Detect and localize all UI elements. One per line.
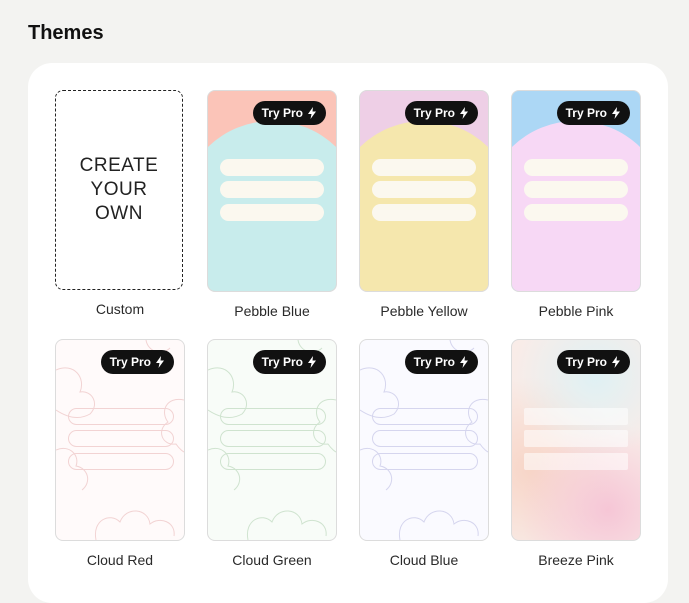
try-pro-badge[interactable]: Try Pro [100,350,174,374]
link-placeholder [220,204,324,221]
lightning-icon [612,107,620,119]
lightning-icon [460,356,468,368]
theme-label: Cloud Blue [389,552,459,568]
link-placeholder [372,453,478,470]
link-placeholder [372,204,476,221]
link-placeholder [68,430,174,447]
try-pro-badge[interactable]: Try Pro [404,350,478,374]
theme-card-cloud-red[interactable]: Try Pro Cloud Red [55,339,185,568]
lightning-icon [612,356,620,368]
theme-thumbnail-pebble-yellow[interactable]: Try Pro [359,90,489,292]
theme-label: Pebble Blue [234,303,310,319]
theme-label: Cloud Green [232,552,312,568]
theme-thumbnail-pebble-pink[interactable]: Try Pro [511,90,641,292]
try-pro-badge[interactable]: Try Pro [252,101,326,125]
link-placeholder [220,408,326,425]
try-pro-label: Try Pro [413,106,455,120]
try-pro-badge[interactable]: Try Pro [556,101,630,125]
themes-panel: CREATE YOUR OWN Custom Try Pro Pebble Bl… [28,63,668,603]
theme-thumbnail-pebble-blue[interactable]: Try Pro [207,90,337,292]
try-pro-label: Try Pro [261,355,303,369]
link-placeholder [524,453,628,470]
lightning-icon [308,107,316,119]
link-placeholder [220,159,324,176]
link-placeholder [524,204,628,221]
theme-card-pebble-yellow[interactable]: Try Pro Pebble Yellow [359,90,489,319]
try-pro-label: Try Pro [565,355,607,369]
theme-label: Pebble Yellow [380,303,468,319]
theme-label: Pebble Pink [538,303,614,319]
theme-card-custom[interactable]: CREATE YOUR OWN Custom [55,90,185,317]
link-placeholder [372,408,478,425]
theme-thumbnail-custom[interactable]: CREATE YOUR OWN [55,90,183,290]
try-pro-label: Try Pro [261,106,303,120]
lightning-icon [308,356,316,368]
link-placeholder [372,159,476,176]
link-placeholder [220,453,326,470]
link-placeholder [220,430,326,447]
link-placeholder [68,408,174,425]
lightning-icon [460,107,468,119]
link-placeholder [524,430,628,447]
link-placeholder [524,181,628,198]
link-placeholder [524,408,628,425]
theme-thumbnail-cloud-green[interactable]: Try Pro [207,339,337,541]
theme-card-cloud-green[interactable]: Try Pro Cloud Green [207,339,337,568]
theme-label: Custom [95,301,145,317]
theme-thumbnail-cloud-blue[interactable]: Try Pro [359,339,489,541]
link-placeholder [524,159,628,176]
section-title: Themes [28,22,104,44]
theme-label: Cloud Red [86,552,154,568]
try-pro-label: Try Pro [413,355,455,369]
try-pro-badge[interactable]: Try Pro [556,350,630,374]
theme-thumbnail-cloud-red[interactable]: Try Pro [55,339,185,541]
theme-card-pebble-pink[interactable]: Try Pro Pebble Pink [511,90,641,319]
theme-card-pebble-blue[interactable]: Try Pro Pebble Blue [207,90,337,319]
create-your-own-text: CREATE YOUR OWN [79,155,159,224]
try-pro-label: Try Pro [109,355,151,369]
try-pro-badge[interactable]: Try Pro [252,350,326,374]
theme-card-cloud-blue[interactable]: Try Pro Cloud Blue [359,339,489,568]
link-placeholder [372,181,476,198]
theme-thumbnail-breeze-pink[interactable]: Try Pro [511,339,641,541]
try-pro-badge[interactable]: Try Pro [404,101,478,125]
theme-label: Breeze Pink [538,552,614,568]
theme-card-breeze-pink[interactable]: Try Pro Breeze Pink [511,339,641,568]
link-placeholder [68,453,174,470]
link-placeholder [220,181,324,198]
link-placeholder [372,430,478,447]
lightning-icon [156,356,164,368]
try-pro-label: Try Pro [565,106,607,120]
